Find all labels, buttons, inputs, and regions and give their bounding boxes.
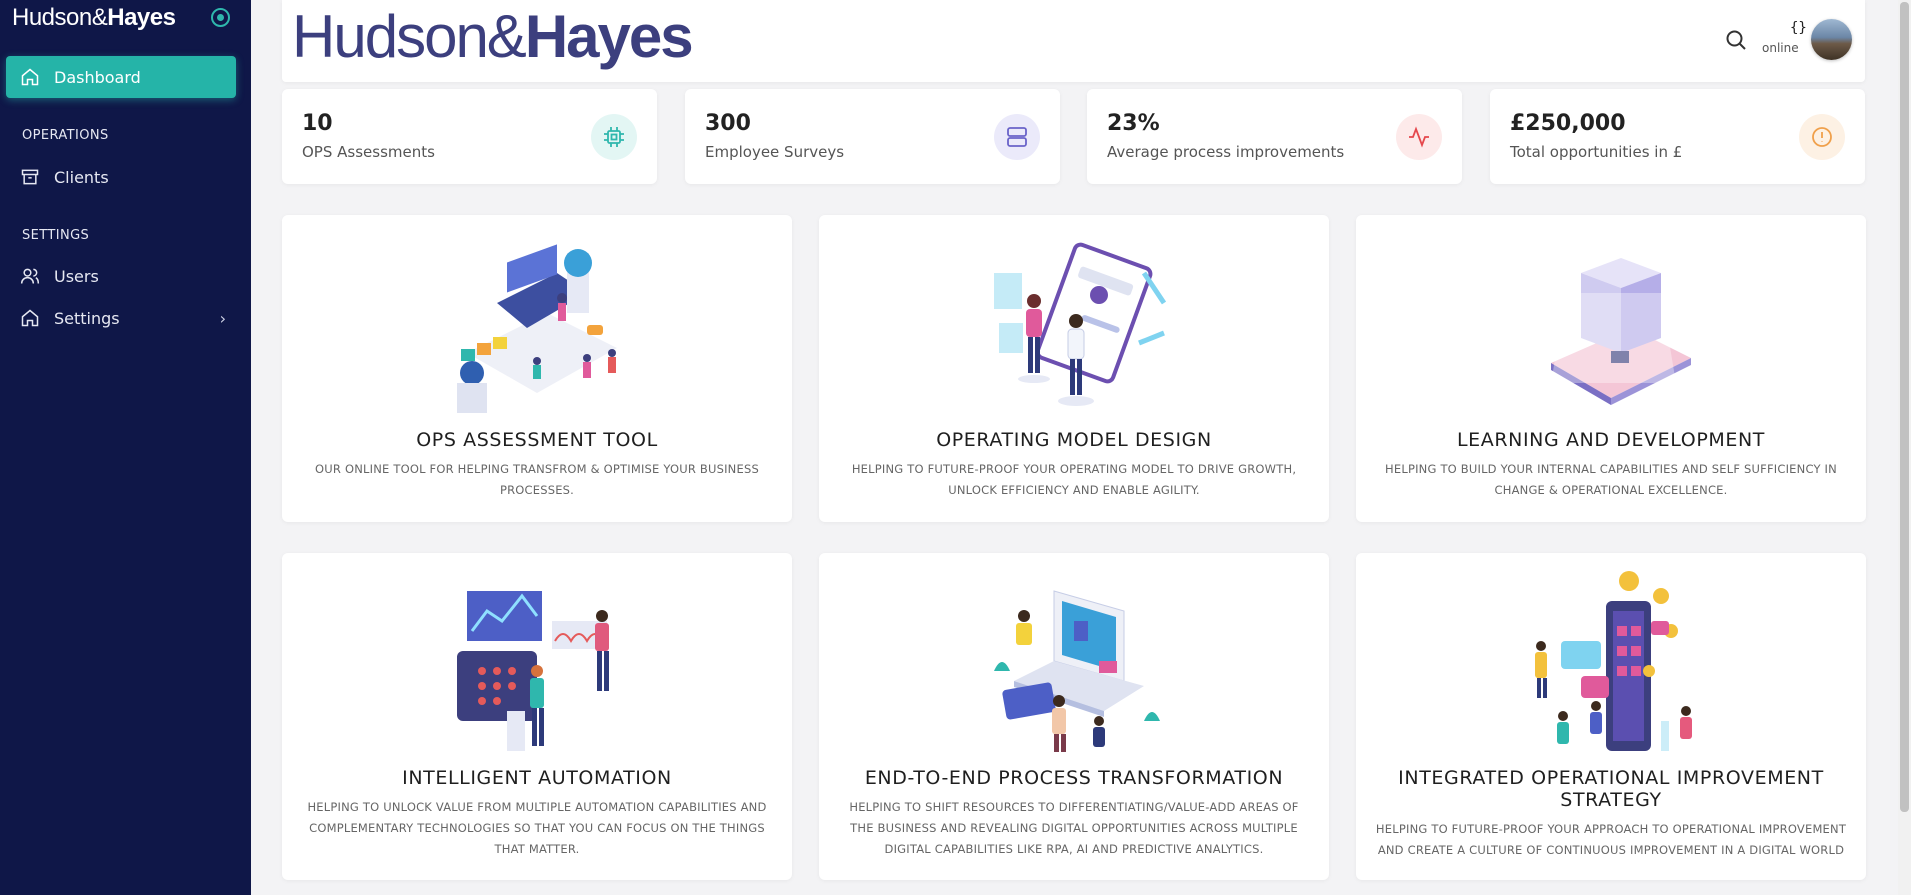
alert-circle-icon [1799, 114, 1845, 160]
sidebar-brand-logo[interactable]: Hudson&Hayes [12, 4, 176, 32]
stat-card-ops-assessments: 10 OPS Assessments [282, 89, 657, 184]
server-icon [994, 114, 1040, 160]
card-end-to-end-process-transformation[interactable]: END-TO-END PROCESS TRANSFORMATION HELPIN… [819, 553, 1329, 880]
card-operating-model-design[interactable]: OPERATING MODEL DESIGN HELPING TO FUTURE… [819, 215, 1329, 522]
sidebar-section-settings: SETTINGS [22, 228, 90, 243]
ops-assessment-illustration [457, 244, 617, 413]
stat-label: Average process improvements [1107, 143, 1345, 161]
search-icon[interactable] [1724, 28, 1748, 52]
stat-label: Employee Surveys [705, 143, 845, 161]
stat-value: 300 [705, 111, 751, 136]
stat-value: 10 [302, 111, 333, 136]
card-title: INTELLIGENT AUTOMATION [402, 767, 672, 789]
sidebar-toggle-icon[interactable] [211, 8, 230, 27]
operating-model-illustration [994, 242, 1167, 406]
card-description: OUR ONLINE TOOL FOR HELPING TRANSFROM & … [315, 462, 759, 497]
stat-label: Total opportunities in £ [1510, 143, 1683, 161]
stat-card-process-improvements: 23% Average process improvements [1087, 89, 1462, 184]
page-scrollbar[interactable] [1898, 0, 1911, 895]
stat-label: OPS Assessments [302, 143, 435, 161]
chip-icon [591, 114, 637, 160]
stat-card-employee-surveys: 300 Employee Surveys [685, 89, 1060, 184]
card-title: OPERATING MODEL DESIGN [936, 429, 1212, 451]
sidebar-item-dashboard[interactable]: Dashboard [6, 56, 236, 98]
activity-icon [1396, 114, 1442, 160]
card-integrated-operational-improvement-strategy[interactable]: INTEGRATED OPERATIONAL IMPROVEMENT STRAT… [1356, 553, 1866, 880]
online-status: online [1762, 41, 1799, 55]
card-description: HELPING TO SHIFT RESOURCES TO DIFFERENTI… [849, 800, 1299, 856]
sidebar-item-label: Users [54, 266, 99, 286]
card-ops-assessment-tool[interactable]: OPS ASSESSMENT TOOL OUR ONLINE TOOL FOR … [282, 215, 792, 522]
sidebar-section-operations: OPERATIONS [22, 128, 109, 143]
card-title: OPS ASSESSMENT TOOL [416, 429, 658, 451]
sidebar-item-label: Clients [54, 167, 109, 187]
home-icon [21, 309, 39, 327]
users-icon [20, 268, 40, 284]
operational-improvement-illustration [1535, 571, 1692, 751]
header-logo: Hudson&Hayes [292, 3, 694, 70]
card-description: HELPING TO UNLOCK VALUE FROM MULTIPLE AU… [307, 800, 767, 856]
card-learning-and-development[interactable]: LEARNING AND DEVELOPMENT HELPING TO BUIL… [1356, 215, 1866, 522]
card-description: HELPING TO BUILD YOUR INTERNAL CAPABILIT… [1385, 462, 1837, 497]
sidebar-item-clients[interactable]: Clients [6, 156, 236, 198]
sidebar-item-settings[interactable]: Settings › [6, 297, 236, 339]
sidebar: Hudson&Hayes Dashboard OPERATIONS Client… [0, 0, 251, 895]
archive-icon [21, 169, 39, 185]
card-title: END-TO-END PROCESS TRANSFORMATION [864, 767, 1284, 789]
sidebar-item-label: Settings [54, 308, 120, 328]
top-header: Hudson&Hayes {} online [282, 0, 1865, 82]
sidebar-item-users[interactable]: Users [6, 255, 236, 297]
stat-value: 23% [1107, 111, 1160, 136]
automation-illustration [457, 591, 609, 751]
status-brace: {} [1790, 20, 1807, 36]
learning-illustration [1551, 258, 1691, 405]
home-icon [21, 68, 39, 86]
scrollbar-thumb[interactable] [1900, 2, 1909, 812]
card-description: HELPING TO FUTURE-PROOF YOUR OPERATING M… [851, 462, 1297, 497]
card-intelligent-automation[interactable]: INTELLIGENT AUTOMATION HELPING TO UNLOCK… [282, 553, 792, 880]
sidebar-item-label: Dashboard [54, 67, 141, 87]
stat-card-total-opportunities: £250,000 Total opportunities in £ [1490, 89, 1865, 184]
card-title: INTEGRATED OPERATIONAL IMPROVEMENT STRAT… [1398, 767, 1824, 811]
chevron-right-icon: › [219, 309, 226, 328]
stat-value: £250,000 [1510, 111, 1626, 136]
card-description: HELPING TO FUTURE-PROOF YOUR APPROACH TO… [1375, 822, 1847, 857]
card-title: LEARNING AND DEVELOPMENT [1456, 429, 1766, 451]
avatar[interactable] [1811, 19, 1852, 60]
process-transformation-illustration [994, 590, 1160, 752]
